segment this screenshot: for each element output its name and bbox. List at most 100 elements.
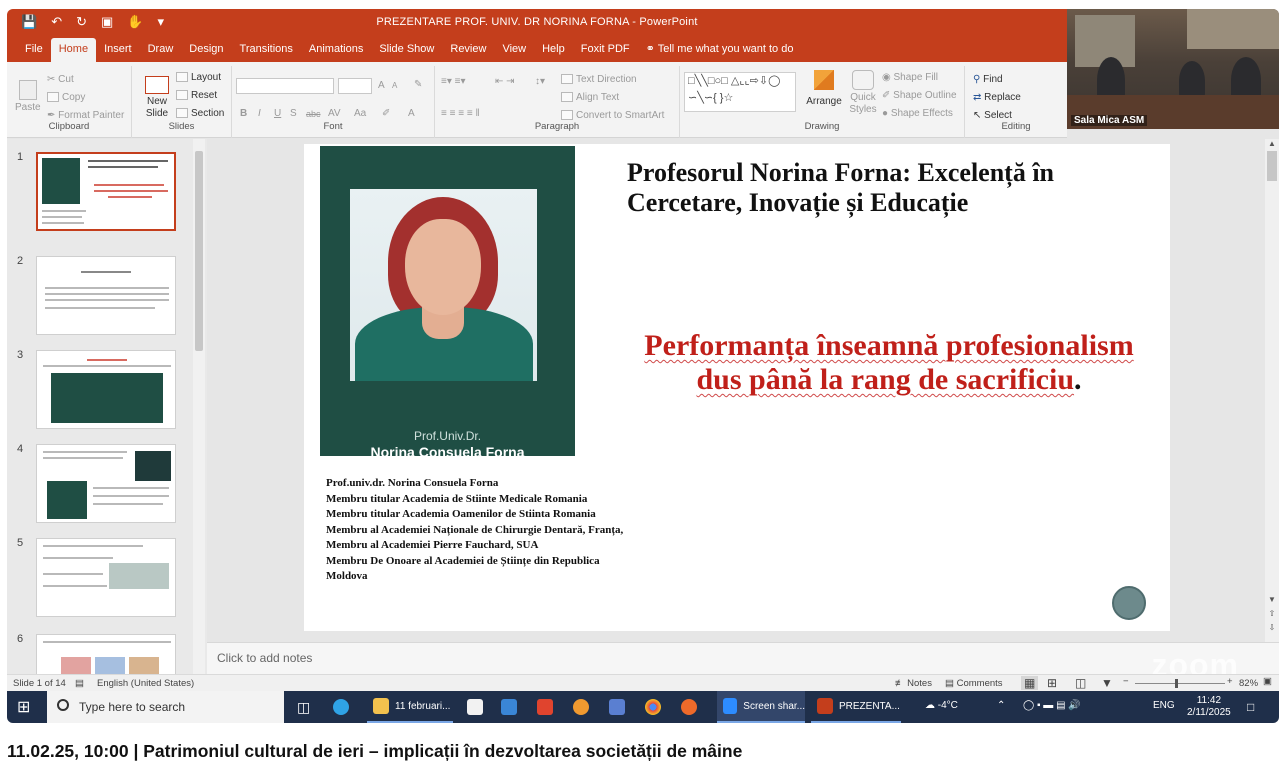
tab-review[interactable]: Review [442,43,494,62]
text-direction-button[interactable]: Text Direction [561,74,637,85]
scrollbar-thumb[interactable] [1267,151,1277,181]
shape-fill-button[interactable]: ◉ Shape Fill [882,72,938,83]
tab-draw[interactable]: Draw [140,43,182,62]
font-family-combo[interactable] [236,78,334,94]
shadow-button[interactable]: S [290,108,297,119]
taskbar-item-zoom[interactable]: Screen shar... [717,691,805,723]
tab-help[interactable]: Help [534,43,573,62]
shape-effects-button[interactable]: ● Shape Effects [882,108,953,119]
shrink-font-button[interactable]: A [392,81,397,90]
bullets-icon[interactable]: ≡▾ ≡▾ [441,76,466,87]
scroll-down-icon[interactable]: ▼ [1265,595,1279,604]
quick-styles-button[interactable]: Quick Styles [846,70,880,116]
find-button[interactable]: ⚲ Find [973,74,1003,85]
previous-slide-icon[interactable]: ⇧ [1265,609,1279,618]
app-icon[interactable] [573,691,595,723]
grow-font-button[interactable]: A [378,80,385,91]
slideshow-view-icon[interactable]: ▼ [1101,676,1113,690]
shape-outline-button[interactable]: ✐ Shape Outline [882,90,957,101]
font-size-combo[interactable] [338,78,372,94]
thumbnail-slide-6[interactable] [36,634,176,674]
convert-smartart-button[interactable]: Convert to SmartArt [561,110,664,121]
zoom-video-tile[interactable]: Sala Mica ASM [1067,9,1279,129]
clock[interactable]: 11:42 2/11/2025 [1187,695,1231,719]
cut-button[interactable]: ✂ Cut [47,74,74,85]
shapes-gallery[interactable]: □╲╲□○□ △⌞⌞⇨⇩◯ ∽╲∽{ }☆ [684,72,796,112]
tray-icons[interactable]: ◯ ▪ ▬ ▤ 🔊 [1023,700,1081,711]
slide-scrollbar[interactable]: ▲ ▼ ⇧ ⇩ [1265,139,1279,642]
align-text-button[interactable]: Align Text [561,92,619,103]
taskbar-search[interactable]: Type here to search [47,691,284,723]
tell-me-search[interactable]: ⚭ Tell me what you want to do [638,42,802,62]
slide-sorter-icon[interactable]: ⊞ [1047,676,1057,690]
zoom-slider-thumb[interactable] [1175,679,1178,688]
weather-widget[interactable]: ☁ -4°C [925,700,958,711]
align-icons[interactable]: ≡ ≡ ≡ ≡ ‖ [441,108,480,119]
zoom-level[interactable]: 82% [1239,678,1258,689]
copy-button[interactable]: Copy [47,92,85,103]
thumbnail-slide-2[interactable] [36,256,176,335]
language-indicator[interactable]: English (United States) [97,678,194,689]
tab-insert[interactable]: Insert [96,43,140,62]
line-spacing-icon[interactable]: ↕▾ [535,76,545,87]
arrange-button[interactable]: Arrange [804,70,844,107]
edge-browser-icon[interactable] [333,691,355,723]
normal-view-icon[interactable]: ▦ [1021,676,1039,690]
paste-button[interactable]: Paste [15,80,41,113]
next-slide-icon[interactable]: ⇩ [1265,623,1279,632]
thumbnail-slide-1[interactable] [36,152,176,231]
scroll-up-icon[interactable]: ▲ [1265,139,1279,148]
tab-transitions[interactable]: Transitions [232,43,301,62]
italic-button[interactable]: I [258,108,261,119]
reset-button[interactable]: Reset [176,90,217,101]
thumbnails-scrollbar[interactable] [193,139,205,674]
zoom-out-icon[interactable]: − [1123,676,1129,687]
store-icon[interactable] [467,691,489,723]
thumbnail-slide-3[interactable] [36,350,176,429]
scrollbar-thumb[interactable] [195,151,203,351]
firefox-icon[interactable] [681,691,703,723]
taskbar-item-powerpoint[interactable]: PREZENTA... [811,691,901,723]
change-case-button[interactable]: Aa [354,108,366,119]
input-language[interactable]: ENG [1153,700,1175,711]
mail-icon[interactable] [501,691,523,723]
thumbnail-slide-4[interactable] [36,444,176,523]
zoom-slider[interactable] [1135,679,1225,688]
tab-design[interactable]: Design [181,43,231,62]
format-painter-button[interactable]: ✒ Format Painter [47,110,124,121]
tab-animations[interactable]: Animations [301,43,371,62]
section-button[interactable]: Section [176,108,224,119]
windows-start-icon[interactable]: ⊞ [17,691,30,723]
task-view-icon[interactable]: ◫ [297,691,310,723]
tab-slide-show[interactable]: Slide Show [371,43,442,62]
anydesk-icon[interactable] [537,691,559,723]
tray-chevron-icon[interactable]: ⌃ [997,700,1005,711]
replace-button[interactable]: ⇄ Replace [973,92,1021,103]
font-color-button[interactable]: A [408,108,415,119]
notifications-icon[interactable]: □ [1247,700,1254,714]
tab-view[interactable]: View [494,43,534,62]
notes-pane[interactable]: Click to add notes zoom [207,642,1279,683]
underline-button[interactable]: U [274,108,281,119]
clear-formatting-icon[interactable]: ✎ [414,79,422,90]
thumbnail-slide-5[interactable] [36,538,176,617]
character-spacing-button[interactable]: AV [328,108,341,119]
layout-button[interactable]: Layout [176,72,221,83]
tab-foxit-pdf[interactable]: Foxit PDF [573,43,638,62]
current-slide[interactable]: Prof.Univ.Dr. Norina Consuela Forna Prof… [304,144,1170,631]
new-slide-button[interactable]: New Slide [140,76,174,120]
strikethrough-button[interactable]: abc [306,109,321,119]
chrome-icon[interactable] [645,691,667,723]
indent-icon[interactable]: ⇤ ⇥ [495,76,515,87]
comments-toggle[interactable]: ▤ Comments [945,678,1003,689]
select-button[interactable]: ↖ Select [973,110,1012,121]
zoom-in-icon[interactable]: + [1227,676,1233,687]
save-app-icon[interactable] [609,691,631,723]
bold-button[interactable]: B [240,108,247,119]
notes-toggle[interactable]: ≢ Notes [895,678,932,689]
spellcheck-icon[interactable]: ▤ [75,678,84,689]
reading-view-icon[interactable]: ◫ [1075,676,1086,690]
tab-home[interactable]: Home [50,38,97,62]
tab-file[interactable]: File [17,43,51,62]
taskbar-item-file-explorer[interactable]: 11 februari... [367,691,453,723]
